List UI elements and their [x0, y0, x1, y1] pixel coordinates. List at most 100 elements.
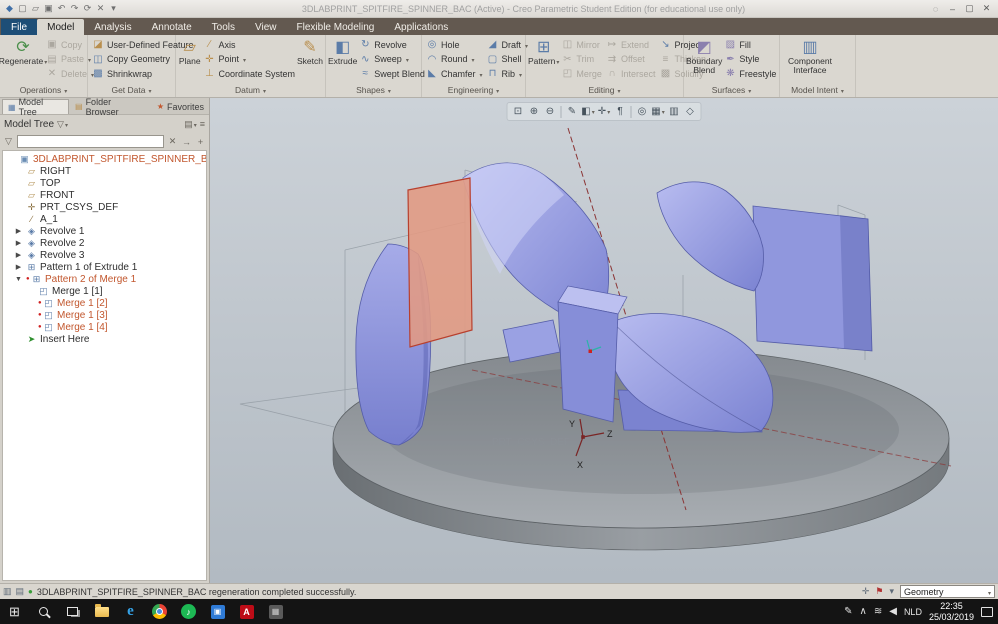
rib-button[interactable]: ⊓ Rib [487, 67, 529, 80]
collapse-icon[interactable] [14, 276, 23, 283]
model-display-dropdown-icon[interactable]: ▾ [889, 586, 894, 597]
round-button[interactable]: ◠ Round [426, 53, 483, 66]
tab-flexible-modeling[interactable]: Flexible Modeling [287, 19, 385, 35]
clear-search-icon[interactable]: ✕ [167, 136, 178, 147]
perspective-icon[interactable]: ◇ [683, 104, 698, 119]
tab-applications[interactable]: Applications [384, 19, 458, 35]
tree-item-revolve-3[interactable]: ◈ Revolve 3 [3, 249, 206, 261]
annotation-display-icon[interactable]: ¶ [613, 104, 628, 119]
toggle-browser-icon[interactable]: ▤ [16, 586, 25, 597]
sketch-button[interactable]: ✎ Sketch [297, 36, 323, 82]
draft-button[interactable]: ◢ Draft [487, 38, 529, 51]
merge-button[interactable]: ◰ Merge [561, 67, 602, 80]
spin-center-icon[interactable]: ◎ [635, 104, 650, 119]
view-manager-icon[interactable]: ▥ [667, 104, 682, 119]
point-button[interactable]: ✛ Point [203, 53, 295, 66]
tree-item-pattern-1[interactable]: ⊞ Pattern 1 of Extrude 1 [3, 261, 206, 273]
extend-button[interactable]: ↦ Extend [606, 38, 656, 51]
tree-item-revolve-2[interactable]: ◈ Revolve 2 [3, 237, 206, 249]
tree-columns-icon[interactable]: ▤ [184, 119, 197, 130]
start-button[interactable]: ⊞ [0, 599, 29, 624]
delete-button[interactable]: ✕ Delete [46, 67, 94, 80]
tab-tools[interactable]: Tools [202, 19, 245, 35]
repaint-icon[interactable]: ✎ [565, 104, 580, 119]
tree-item-right[interactable]: ▱ RIGHT [3, 165, 206, 177]
tree-item-revolve-1[interactable]: ◈ Revolve 1 [3, 225, 206, 237]
regenerate-button[interactable]: ⟳ Regenerate [0, 36, 47, 82]
blue-app-button[interactable]: ▣ [203, 599, 232, 624]
close-button[interactable]: ✕ [978, 2, 995, 16]
group-label-editing[interactable]: Editing [526, 83, 683, 97]
tab-view[interactable]: View [245, 19, 287, 35]
expand-icon[interactable] [14, 251, 23, 259]
shell-button[interactable]: ▢ Shell [487, 53, 529, 66]
offset-button[interactable]: ⇉ Offset [606, 53, 656, 66]
tree-item-pattern-2[interactable]: ●⊞Pattern 2 of Merge 1 [3, 273, 206, 285]
command-search-icon[interactable]: ◌ [927, 2, 944, 16]
expand-icon[interactable] [14, 263, 23, 271]
mirror-button[interactable]: ◫ Mirror [561, 38, 602, 51]
sweep-button[interactable]: ∿ Sweep [359, 53, 425, 66]
group-label-model-intent[interactable]: Model Intent [780, 83, 855, 97]
tree-item-top[interactable]: ▱ TOP [3, 177, 206, 189]
volume-icon[interactable]: ◀ [889, 606, 897, 617]
expand-icon[interactable] [14, 227, 23, 235]
task-view-button[interactable] [58, 599, 87, 624]
graphics-area[interactable]: ⊡ ⊕ ⊖ ✎ ◧ ✛ ¶ ◎ ▦ ▥ ◇ [210, 98, 998, 583]
open-icon[interactable]: ▱ [29, 2, 42, 16]
tree-item-merge-1-4[interactable]: ● ◰ Merge 1 [4] [3, 321, 206, 333]
expand-icon[interactable] [14, 239, 23, 247]
orientations-icon[interactable]: ▦ [651, 104, 666, 119]
group-label-datum[interactable]: Datum [176, 83, 325, 97]
tree-item-part-root[interactable]: ▣ 3DLABPRINT_SPITFIRE_SPINNER_BAC.PRT [3, 153, 206, 165]
spin-dof-icon[interactable]: ✛ [862, 586, 870, 597]
chamfer-button[interactable]: ◣ Chamfer [426, 67, 483, 80]
tab-model[interactable]: Model [37, 19, 85, 35]
group-label-engineering[interactable]: Engineering [422, 83, 525, 97]
undo-icon[interactable]: ↶ [55, 2, 68, 16]
close-window-icon[interactable]: ✕ [94, 2, 107, 16]
datum-display-icon[interactable]: ✛ [597, 104, 612, 119]
action-center-icon[interactable] [981, 606, 993, 617]
edge-button[interactable]: e [116, 599, 145, 624]
blade-scoop-right-top[interactable] [656, 181, 764, 292]
photos-button[interactable]: ▦ [261, 599, 290, 624]
refit-icon[interactable]: ⊡ [511, 104, 526, 119]
style-button[interactable]: ✒ Style [724, 53, 776, 66]
tab-favorites[interactable]: ★ Favorites [152, 99, 209, 114]
search-next-icon[interactable]: → [181, 137, 192, 147]
tree-item-csys[interactable]: ✛ PRT_CSYS_DEF [3, 201, 206, 213]
minimize-button[interactable]: – [944, 2, 961, 16]
tree-item-front[interactable]: ▱ FRONT [3, 189, 206, 201]
paste-button[interactable]: ▤ Paste [46, 53, 94, 66]
hole-button[interactable]: ◎ Hole [426, 38, 483, 51]
tree-search-input[interactable] [17, 135, 164, 148]
new-file-icon[interactable]: ▢ [16, 2, 29, 16]
fill-button[interactable]: ▨ Fill [724, 38, 776, 51]
pattern-button[interactable]: ⊞ Pattern [528, 36, 559, 82]
trim-button[interactable]: ✂ Trim [561, 53, 602, 66]
pen-icon[interactable]: ✎ [844, 606, 852, 617]
expand-all-icon[interactable]: + [195, 137, 206, 147]
revolve-button[interactable]: ↻ Revolve [359, 38, 425, 51]
tree-item-merge-1-3[interactable]: ● ◰ Merge 1 [3] [3, 309, 206, 321]
suppress-flag-icon[interactable]: ⚑ [875, 586, 883, 597]
tree-item-merge-1-1[interactable]: ◰ Merge 1 [1] [3, 285, 206, 297]
maximize-button[interactable]: ▢ [961, 2, 978, 16]
3d-viewport[interactable]: Y Z X PRT_CSYS_DEF [210, 98, 998, 583]
center-blade-front-face[interactable] [557, 301, 619, 423]
tree-item-insert-here[interactable]: ➤ Insert Here [3, 333, 206, 345]
freestyle-button[interactable]: ❋ Freestyle [724, 67, 776, 80]
group-label-operations[interactable]: Operations [0, 83, 87, 97]
qat-customize-icon[interactable]: ▾ [107, 2, 120, 16]
tree-filter-icon[interactable]: ▽ [57, 119, 68, 130]
network-icon[interactable]: ≋ [874, 606, 882, 617]
redo-icon[interactable]: ↷ [68, 2, 81, 16]
hidden-icons-chevron[interactable]: ∧ [860, 606, 867, 617]
group-label-get-data[interactable]: Get Data [88, 83, 175, 97]
toggle-navigator-icon[interactable]: ▥ [3, 586, 12, 597]
tab-analysis[interactable]: Analysis [84, 19, 141, 35]
search-button[interactable] [29, 599, 58, 624]
highlighted-merge-plane[interactable] [407, 177, 473, 348]
tab-annotate[interactable]: Annotate [142, 19, 202, 35]
